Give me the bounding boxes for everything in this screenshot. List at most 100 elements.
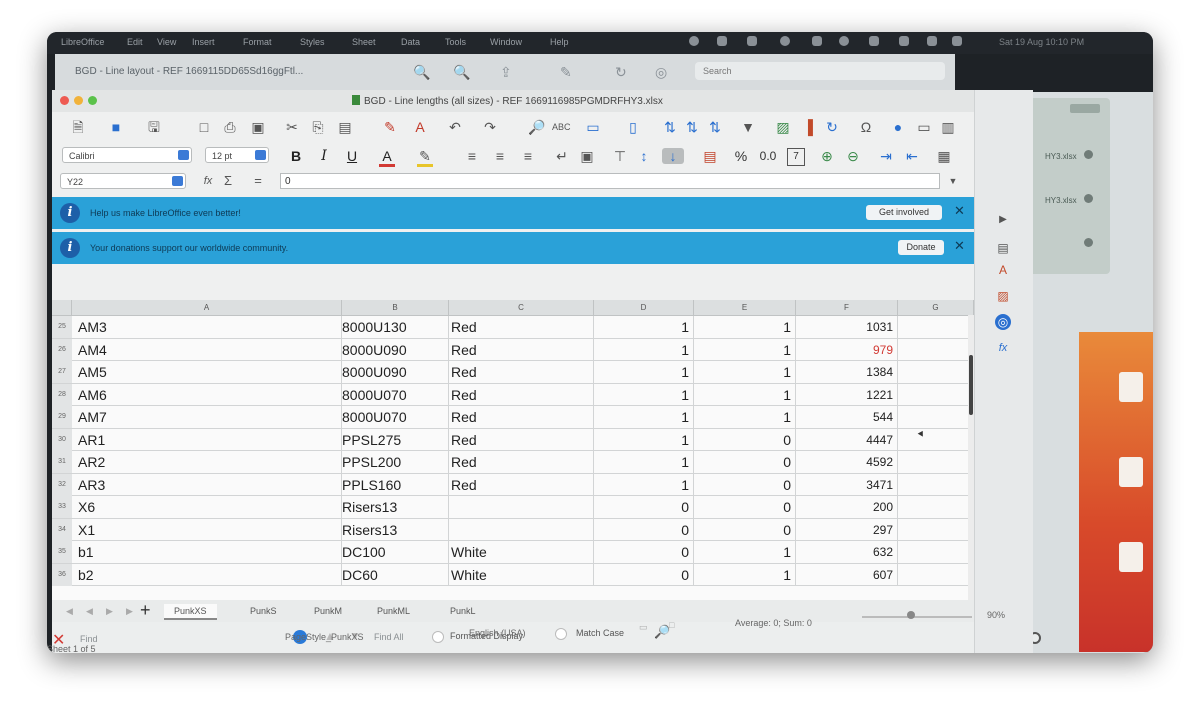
center-vertically-icon[interactable]: ↕ <box>636 148 652 164</box>
cell-b[interactable]: 8000U090 <box>342 361 449 383</box>
file-icon[interactable] <box>1119 457 1143 487</box>
cell-g[interactable] <box>898 563 974 586</box>
redo-icon[interactable]: ↷ <box>482 119 498 135</box>
cell-g[interactable] <box>898 518 974 541</box>
minimize-window-button[interactable] <box>74 96 83 105</box>
sort-icon[interactable]: ⇅ <box>662 119 678 135</box>
cell-e[interactable]: 0 <box>694 428 796 451</box>
cell-c[interactable]: Red <box>449 473 594 496</box>
cell-d[interactable]: 0 <box>594 496 694 518</box>
clear-formatting-icon[interactable]: A <box>412 119 428 135</box>
row-header[interactable]: 26 <box>52 338 72 361</box>
export-pdf-icon[interactable]: □ <box>196 119 212 135</box>
spreadsheet-grid[interactable]: A B C D E F G 25 AM3 8000U130 Red 1 1 1031 26 AM… <box>52 300 974 600</box>
cell-d[interactable]: 1 <box>594 473 694 496</box>
menu-window[interactable]: Window <box>490 37 522 47</box>
row-header[interactable]: 33 <box>52 496 72 518</box>
undo-icon[interactable]: ↶ <box>447 119 463 135</box>
cell-b[interactable]: Risers13 <box>342 496 449 518</box>
cell-e[interactable]: 0 <box>694 496 796 518</box>
tray-icon[interactable] <box>952 36 962 46</box>
row-header[interactable]: 27 <box>52 361 72 383</box>
cell-c[interactable] <box>449 496 594 518</box>
formula-input[interactable]: 0 <box>280 173 940 189</box>
cell-g[interactable] <box>898 383 974 406</box>
zoom-in-icon[interactable]: 🔍 <box>453 64 470 81</box>
column-header[interactable]: B <box>342 300 449 315</box>
cell-f[interactable]: 1031 <box>796 316 898 338</box>
close-icon[interactable]: ✕ <box>954 203 965 219</box>
cell-f[interactable]: 979 <box>796 338 898 361</box>
file-icon[interactable] <box>1119 372 1143 402</box>
table-row[interactable]: 34 X1 Risers13 0 0 297 <box>52 518 974 541</box>
digital-signature-icon[interactable]: □ <box>669 620 674 630</box>
cell-d[interactable]: 1 <box>594 361 694 383</box>
functions-icon[interactable]: fx <box>995 340 1011 356</box>
paste-icon[interactable]: ▤ <box>337 119 353 135</box>
open-folder-icon[interactable]: ■ <box>108 119 124 135</box>
status-zoom[interactable]: 90% <box>987 610 1005 620</box>
menu-sheet[interactable]: Sheet <box>352 37 376 47</box>
properties-icon[interactable]: ▤ <box>995 240 1011 256</box>
zoom-slider[interactable] <box>862 616 972 618</box>
cell-a[interactable]: AM5 <box>72 361 342 383</box>
sort-ascending-icon[interactable]: ⇅ <box>684 119 700 135</box>
row-header[interactable]: 29 <box>52 406 72 428</box>
tray-icon[interactable] <box>689 36 699 46</box>
cell-b[interactable]: PPLS160 <box>342 473 449 496</box>
battery-icon[interactable] <box>747 36 757 46</box>
menu-view[interactable]: View <box>157 37 176 47</box>
cell-b[interactable]: DC60 <box>342 563 449 586</box>
column-header[interactable]: D <box>594 300 694 315</box>
cell-b[interactable]: PPSL275 <box>342 428 449 451</box>
spelling-icon[interactable]: ABC <box>552 119 571 135</box>
decrease-indent-icon[interactable]: ⇤ <box>904 148 920 164</box>
sum-icon[interactable]: Σ <box>220 173 236 189</box>
cell-f[interactable]: 607 <box>796 563 898 586</box>
print-preview-icon[interactable]: ▣ <box>250 119 266 135</box>
cell-a[interactable]: AR3 <box>72 473 342 496</box>
zoom-window-button[interactable] <box>88 96 97 105</box>
cell-b[interactable]: 8000U070 <box>342 383 449 406</box>
rotate-icon[interactable]: ↻ <box>615 64 627 81</box>
delete-decimal-icon[interactable]: ⊖ <box>845 148 861 164</box>
align-center-icon[interactable]: ≡ <box>492 148 508 164</box>
menu-data[interactable]: Data <box>401 37 420 47</box>
tray-icon[interactable] <box>812 36 822 46</box>
underline-icon[interactable]: U <box>344 148 360 164</box>
cell-f[interactable]: 1384 <box>796 361 898 383</box>
cell-d[interactable]: 1 <box>594 316 694 338</box>
cell-c[interactable]: Red <box>449 338 594 361</box>
cell-g[interactable] <box>898 406 974 428</box>
cell-a[interactable]: X1 <box>72 518 342 541</box>
print-icon[interactable]: ⎙ <box>222 119 238 135</box>
add-decimal-icon[interactable]: ⊕ <box>819 148 835 164</box>
cell-a[interactable]: AR2 <box>72 451 342 473</box>
column-header[interactable]: E <box>694 300 796 315</box>
styles-icon[interactable]: A <box>995 262 1011 278</box>
table-row[interactable]: 31 AR2 PPSL200 Red 1 0 4592 <box>52 451 974 474</box>
column-header[interactable]: A <box>72 300 342 315</box>
menu-help[interactable]: Help <box>550 37 569 47</box>
close-window-button[interactable] <box>60 96 69 105</box>
copy-icon[interactable]: ⎘ <box>310 119 326 135</box>
cell-c[interactable]: White <box>449 541 594 563</box>
wrap-text-icon[interactable]: ↵ <box>554 148 570 164</box>
headers-footers-icon[interactable]: ▥ <box>940 119 956 135</box>
cell-b[interactable]: 8000U070 <box>342 406 449 428</box>
background-search-field[interactable]: Search <box>695 62 945 80</box>
name-box[interactable]: Y22 <box>60 173 186 189</box>
column-header[interactable]: C <box>449 300 594 315</box>
currency-format-icon[interactable]: ▤ <box>702 148 718 164</box>
scrollbar-thumb[interactable] <box>969 355 973 415</box>
cell-b[interactable]: 8000U130 <box>342 316 449 338</box>
cell-a[interactable]: AM7 <box>72 406 342 428</box>
cell-d[interactable]: 1 <box>594 428 694 451</box>
cell-f[interactable]: 3471 <box>796 473 898 496</box>
new-document-icon[interactable]: 🗎 <box>70 119 86 135</box>
corner-select-all[interactable] <box>52 300 72 315</box>
cell-f[interactable]: 4592 <box>796 451 898 473</box>
cell-c[interactable] <box>449 518 594 541</box>
row-header[interactable]: 32 <box>52 473 72 496</box>
cell-c[interactable]: Red <box>449 383 594 406</box>
